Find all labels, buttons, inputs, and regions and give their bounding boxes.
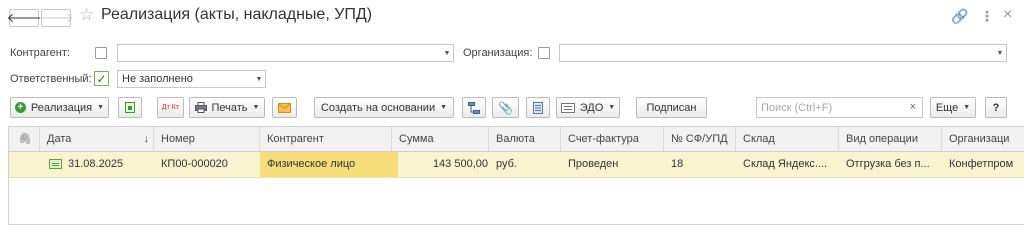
counterparty-checkbox[interactable]: [95, 47, 107, 59]
attachments-button[interactable]: 📎: [492, 97, 519, 118]
search-input[interactable]: Поиск (Ctrl+F) ×: [756, 97, 923, 118]
counterparty-field[interactable]: ▼: [117, 44, 454, 62]
hierarchy-icon: [468, 101, 480, 114]
number-cell: КП00-000020: [161, 158, 228, 170]
paperclip-icon: 🖇: [18, 133, 32, 145]
sort-arrow-icon: ↓: [143, 133, 150, 145]
chevron-down-icon: ▼: [252, 104, 260, 111]
organization-field[interactable]: ▼: [559, 44, 1007, 62]
more-button[interactable]: Еще ▼: [930, 97, 976, 118]
clear-search-icon[interactable]: ×: [910, 101, 916, 113]
posted-document-icon: [49, 159, 62, 170]
chevron-down-icon[interactable]: ▼: [253, 71, 265, 87]
chevron-down-icon: ▼: [97, 104, 105, 111]
column-header-organization[interactable]: Организаци: [942, 127, 1024, 151]
column-header-invoice[interactable]: Счет-фактура: [561, 127, 664, 151]
journal-icon: [533, 101, 543, 114]
chevron-down-icon: ▼: [608, 104, 616, 111]
help-button[interactable]: ?: [985, 97, 1007, 118]
chevron-down-icon[interactable]: ▼: [994, 45, 1006, 61]
more-actions-icon[interactable]: ⋮: [980, 8, 994, 25]
column-header-date[interactable]: Дата ↓: [40, 127, 154, 151]
edo-button[interactable]: ЭДО ▼: [556, 97, 620, 118]
envelope-icon: [278, 102, 291, 113]
print-button[interactable]: Печать ▼: [189, 97, 265, 118]
edo-icon: [560, 102, 575, 113]
responsible-checkbox[interactable]: ✓: [94, 71, 109, 86]
journal-button[interactable]: [526, 97, 550, 118]
warehouse-cell: Склад Яндекс....: [743, 158, 828, 170]
column-header-warehouse[interactable]: Склад: [736, 127, 839, 151]
dtkt-button[interactable]: Дт Кт: [157, 97, 184, 118]
checkmark-icon: ✓: [96, 71, 107, 86]
column-header-number[interactable]: Номер: [154, 127, 260, 151]
signed-button[interactable]: Подписан: [636, 97, 707, 118]
responsible-label: Ответственный:: [10, 73, 92, 85]
currency-cell: руб.: [496, 158, 517, 170]
close-icon[interactable]: ×: [1003, 6, 1012, 24]
realization-button[interactable]: + Реализация ▼: [10, 97, 109, 118]
paperclip-icon: 📎: [498, 100, 513, 115]
copy-document-button[interactable]: [118, 97, 142, 118]
invoice-number-cell: 18: [671, 158, 684, 170]
table-header: 🖇 Дата ↓ Номер Контрагент Сумма Валюта С…: [9, 127, 1024, 152]
create-based-on-button[interactable]: Создать на основании ▼: [314, 97, 454, 118]
favorite-star-icon[interactable]: ☆: [79, 5, 94, 25]
operation-cell: Отгрузка без п...: [846, 158, 930, 170]
column-header-sum[interactable]: Сумма: [392, 127, 489, 151]
column-header-counterparty[interactable]: Контрагент: [260, 127, 392, 151]
printer-icon: [194, 102, 207, 113]
date-cell: 31.08.2025: [40, 152, 154, 177]
column-header-operation[interactable]: Вид операции: [839, 127, 942, 151]
email-button[interactable]: [272, 97, 297, 118]
table-row[interactable]: 31.08.2025 КП00-000020 Физическое лицо 1…: [9, 152, 1024, 178]
copy-document-icon: [125, 102, 135, 113]
documents-table: 🖇 Дата ↓ Номер Контрагент Сумма Валюта С…: [8, 126, 1024, 225]
organization-cell: Конфетпром: [949, 158, 1014, 170]
invoice-cell: Проведен: [568, 158, 619, 170]
structure-button[interactable]: [462, 97, 486, 118]
chevron-down-icon[interactable]: ▼: [441, 45, 453, 61]
page-title: Реализация (акты, накладные, УПД): [101, 6, 373, 23]
plus-icon: +: [14, 102, 26, 113]
link-icon[interactable]: 🔗: [951, 8, 968, 25]
column-header-invoice-number[interactable]: № СФ/УПД: [664, 127, 736, 151]
counterparty-cell: Физическое лицо: [260, 152, 398, 177]
responsible-field[interactable]: Не заполнено ▼: [117, 70, 266, 88]
arrow-right-icon: 🡒: [38, 10, 74, 25]
attachments-column-header[interactable]: 🖇: [9, 127, 40, 151]
sum-cell: 143 500,00: [432, 158, 488, 170]
column-header-currency[interactable]: Валюта: [489, 127, 561, 151]
organization-label: Организация:: [463, 47, 533, 59]
counterparty-label: Контрагент:: [10, 47, 70, 59]
back-button[interactable]: 🡐: [6, 9, 42, 27]
organization-checkbox[interactable]: [538, 47, 550, 59]
arrow-left-icon: 🡐: [6, 10, 42, 25]
chevron-down-icon: ▼: [440, 104, 448, 111]
dtkt-icon: Дт Кт: [161, 104, 180, 111]
chevron-down-icon: ▼: [963, 104, 971, 111]
forward-button[interactable]: 🡒: [38, 9, 74, 27]
